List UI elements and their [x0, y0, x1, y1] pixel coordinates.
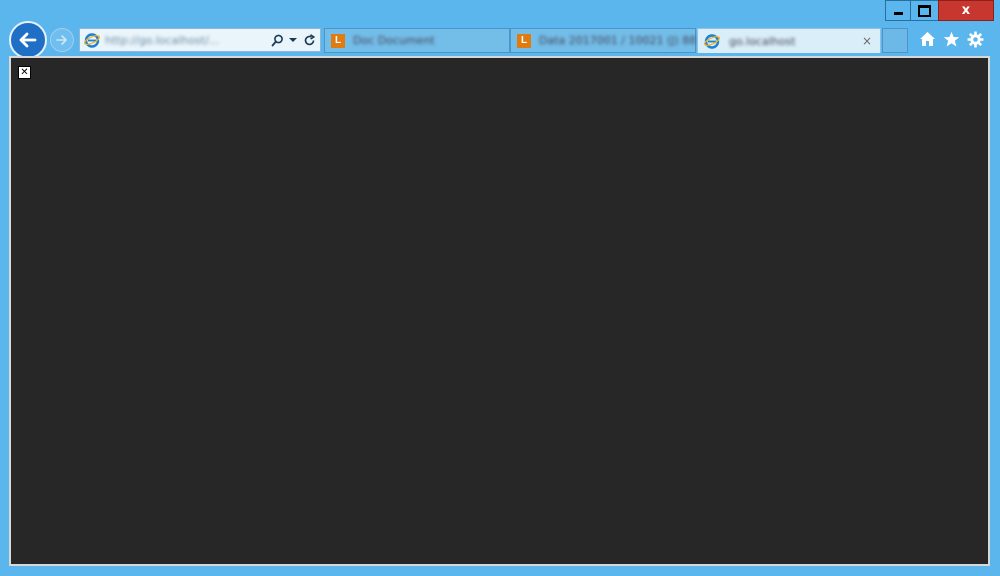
tab-3-active[interactable]: go.localhost × [697, 28, 881, 53]
minimize-button[interactable] [885, 0, 911, 21]
back-arrow-icon [19, 32, 37, 48]
search-icon [271, 34, 283, 46]
site-favicon-icon: L [517, 33, 531, 48]
dropdown-icon [289, 38, 297, 42]
home-button[interactable] [917, 29, 937, 49]
home-icon [919, 32, 935, 46]
forward-button[interactable] [50, 28, 74, 52]
minimize-icon [893, 12, 903, 15]
broken-image-glyph: ✕ [20, 66, 29, 78]
maximize-icon [918, 4, 931, 17]
address-dropdown-button[interactable] [286, 30, 300, 50]
close-window-button[interactable]: x [938, 0, 994, 21]
settings-button[interactable] [965, 29, 985, 49]
tab-title: Data 2017001 / 10021 (J) 88 88 [539, 34, 695, 47]
search-button[interactable] [270, 30, 284, 50]
ie-icon [703, 32, 721, 50]
page-content: ✕ [9, 56, 990, 566]
back-button[interactable] [9, 21, 47, 59]
forward-arrow-icon [56, 35, 67, 45]
tab-2[interactable]: L Data 2017001 / 10021 (J) 88 88 [510, 28, 696, 53]
maximize-button[interactable] [911, 0, 938, 21]
address-bar[interactable]: http://go.localhost/... [79, 28, 321, 52]
ie-icon [83, 31, 101, 49]
address-input[interactable]: http://go.localhost/... [105, 34, 270, 47]
tab-close-button[interactable]: × [858, 32, 876, 50]
close-icon: x [961, 3, 971, 18]
tab-title: Doc Document [353, 34, 435, 47]
tab-1[interactable]: L Doc Document [324, 28, 510, 53]
refresh-button[interactable] [302, 30, 316, 50]
browser-window: x http://go.localhost/... L Doc Document… [0, 0, 1000, 576]
close-icon: × [861, 34, 873, 48]
broken-image-icon: ✕ [18, 66, 31, 79]
new-tab-button[interactable] [882, 28, 908, 53]
favorites-star-icon [943, 31, 959, 46]
window-controls: x [885, 0, 994, 21]
settings-gear-icon [967, 31, 983, 47]
favorites-button[interactable] [941, 29, 961, 49]
tab-title: go.localhost [729, 34, 796, 48]
refresh-icon [304, 33, 315, 45]
site-favicon-icon: L [331, 33, 345, 48]
